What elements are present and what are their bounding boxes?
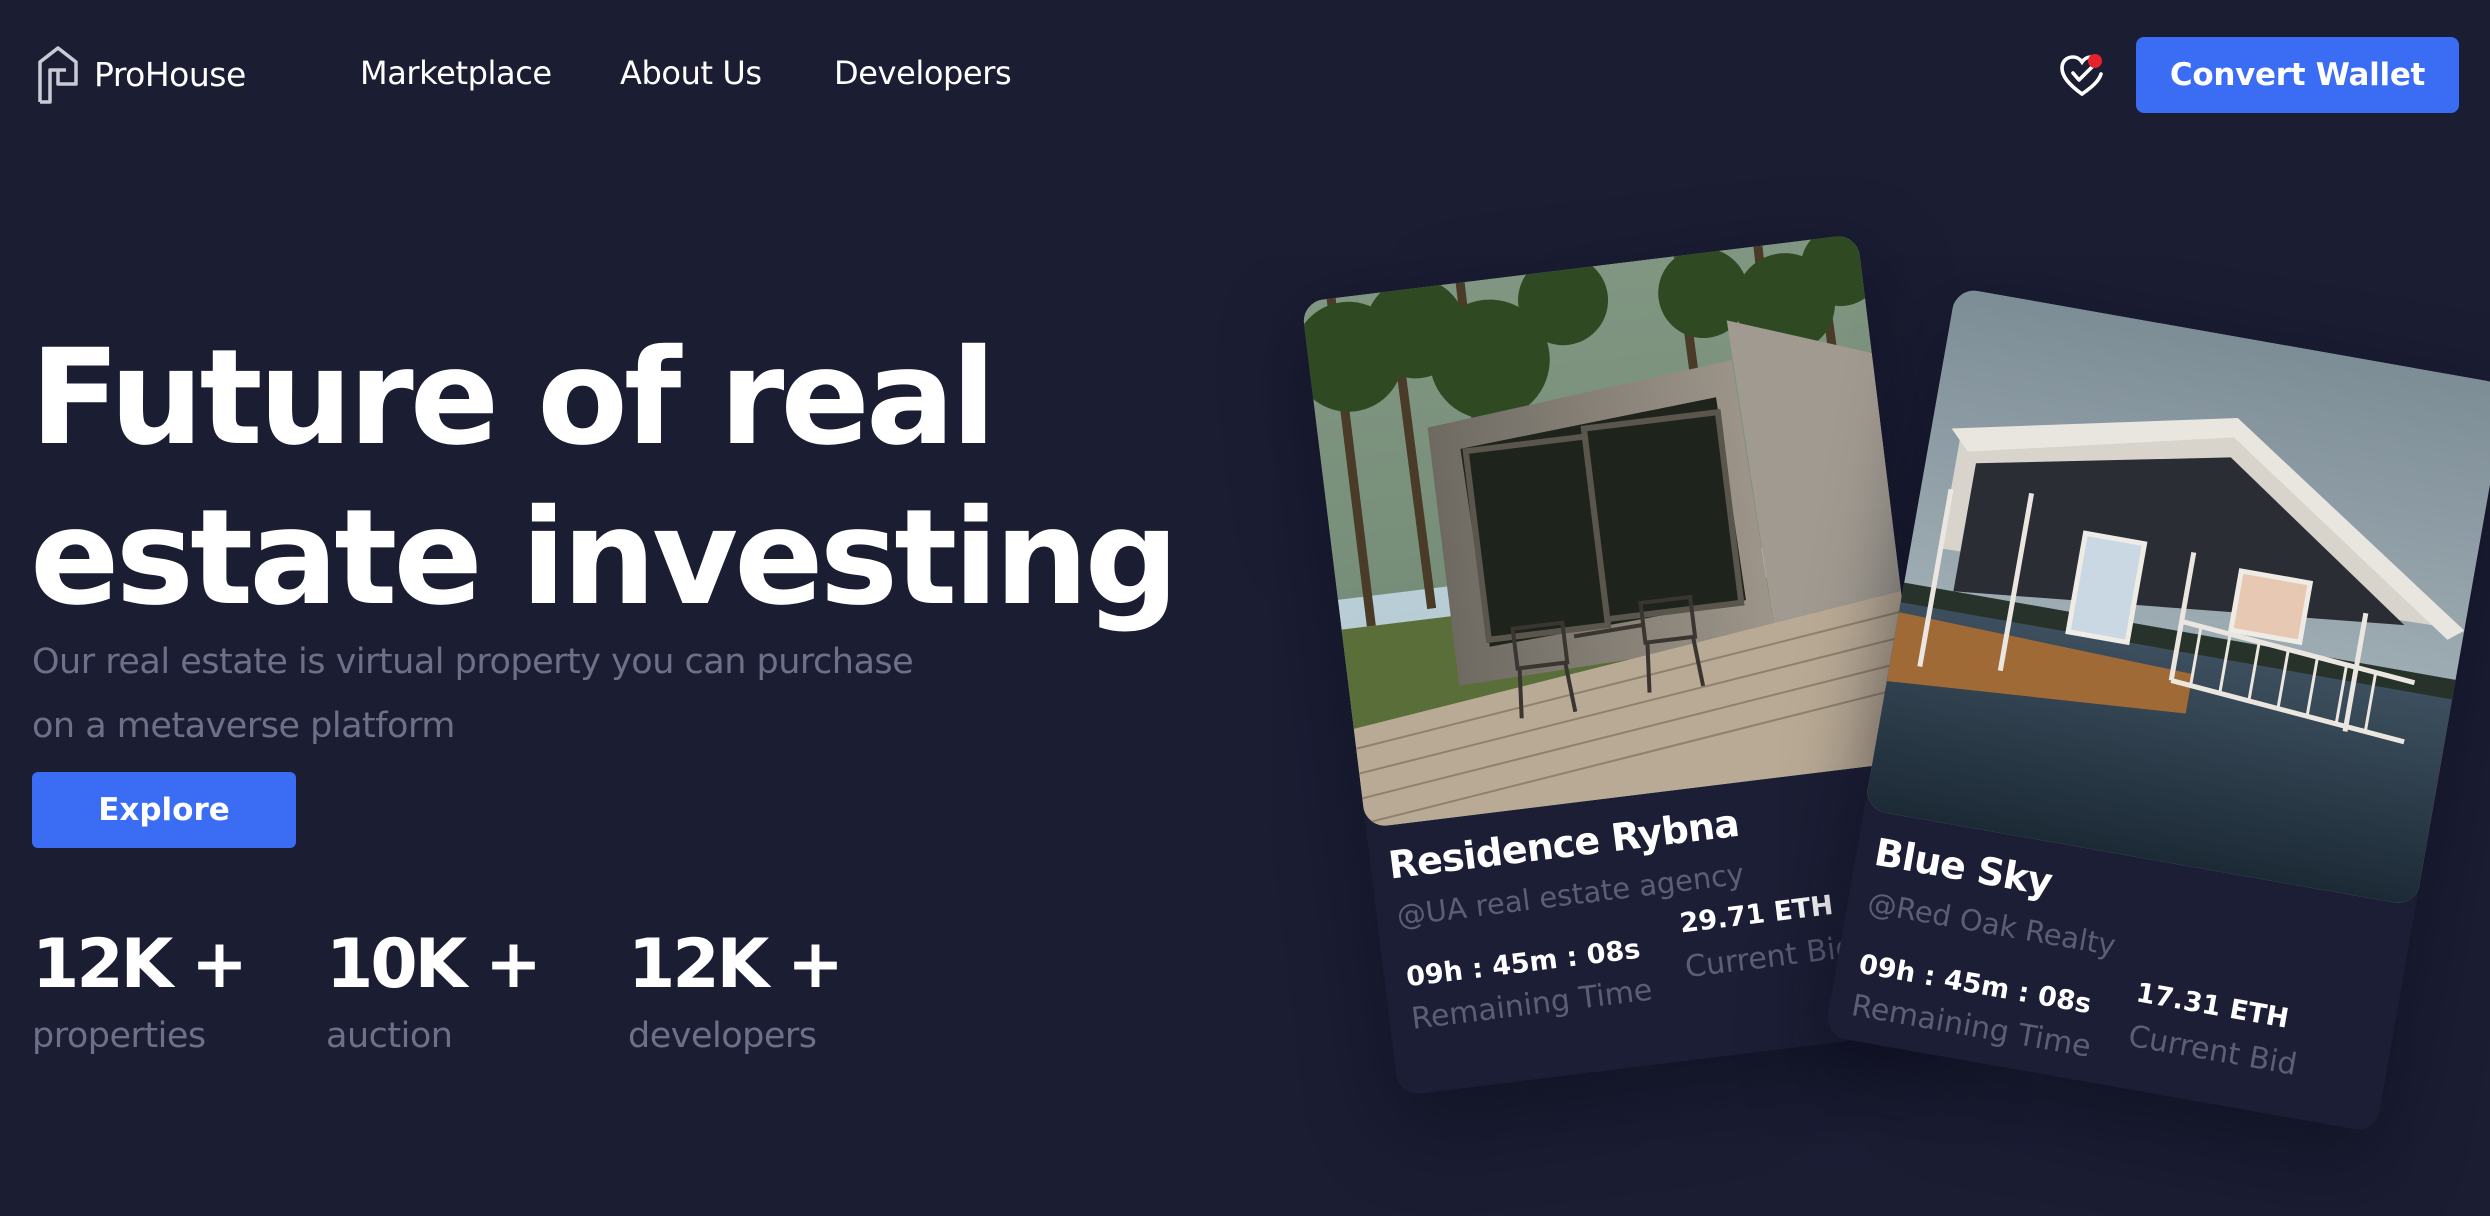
- stat-label: auction: [326, 1016, 453, 1056]
- property-image-water-house: [1864, 287, 2490, 907]
- property-image-forest-cabin: [1301, 233, 1922, 829]
- landing-page: ProHouse Marketplace About Us Developers…: [0, 0, 2490, 1216]
- hero-title-line-2: estate investing: [30, 481, 1179, 635]
- house-logo-icon: [38, 46, 78, 104]
- hero-subtitle: Our real estate is virtual property you …: [32, 642, 914, 746]
- stat-label: developers: [628, 1016, 817, 1056]
- stat-developers: 12K + developers: [628, 920, 844, 1056]
- stat-label: properties: [32, 1016, 206, 1056]
- notification-dot: [2088, 54, 2102, 68]
- brand-logo[interactable]: ProHouse: [36, 44, 246, 104]
- favorites-button[interactable]: [2058, 52, 2106, 100]
- nav-link-developers[interactable]: Developers: [834, 54, 1012, 92]
- stat-value: 12K +: [628, 925, 844, 1004]
- stat-value: 12K +: [32, 925, 248, 1004]
- nav-link-marketplace[interactable]: Marketplace: [360, 54, 552, 92]
- card-agency: @Red Oak Realty: [1865, 885, 2119, 963]
- card-current-bid-label: Current Bid: [1683, 929, 1857, 986]
- convert-wallet-button[interactable]: Convert Wallet: [2136, 37, 2459, 113]
- explore-button[interactable]: Explore: [32, 772, 296, 848]
- nav-link-about-us[interactable]: About Us: [620, 54, 762, 92]
- hero-title: Future of real estate investing: [30, 318, 1230, 638]
- stat-auction: 10K + auction: [326, 920, 542, 1056]
- card-current-bid: 29.71 ETH: [1678, 889, 1835, 940]
- brand-name: ProHouse: [94, 54, 246, 94]
- stat-value: 10K +: [326, 925, 542, 1004]
- hero-title-line-1: Future of real: [30, 321, 996, 475]
- stat-properties: 12K + properties: [32, 920, 248, 1056]
